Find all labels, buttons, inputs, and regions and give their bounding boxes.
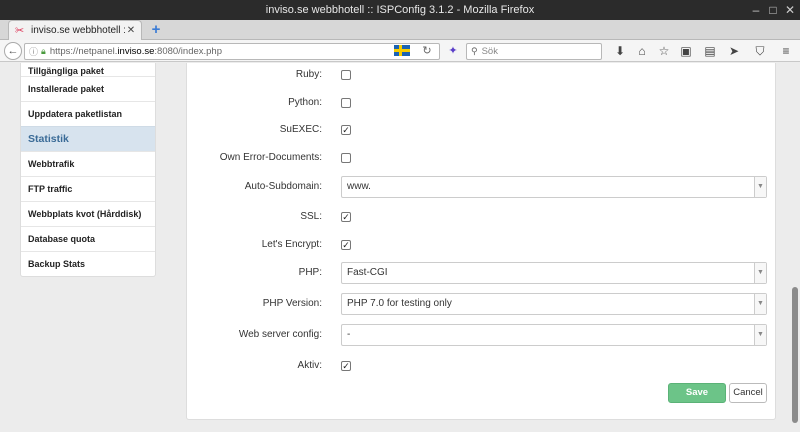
search-icon: ⚲ xyxy=(471,46,478,56)
chevron-down-icon: ▼ xyxy=(754,177,766,197)
shield-icon[interactable]: ⛉ xyxy=(752,43,768,59)
sidebar-item-ftp-traffic[interactable]: FTP traffic xyxy=(21,176,155,201)
sidebar-item-website-quota[interactable]: Webbplats kvot (Hårddisk) xyxy=(21,201,155,226)
own-error-documents-label: Own Error-Documents: xyxy=(219,152,322,163)
php-version-select[interactable]: PHP 7.0 for testing only ▼ xyxy=(341,293,767,315)
active-row: Aktiv: ✓ xyxy=(187,355,777,377)
bookmark-star-icon[interactable]: ☆ xyxy=(656,43,672,59)
web-server-config-select[interactable]: - ▼ xyxy=(341,324,767,346)
tab-title: inviso.se webbhotell :: ISPC... xyxy=(31,25,125,36)
url-bar[interactable]: ⓘ 🔒︎ https://netpanel.inviso.se:8080/ind… xyxy=(24,43,440,60)
navigation-toolbar: ← ⓘ 🔒︎ https://netpanel.inviso.se:8080/i… xyxy=(0,40,800,62)
php-version-label: PHP Version: xyxy=(262,298,322,309)
python-row: Python: xyxy=(187,92,777,114)
page-content: Tillgängliga paket Installerade paket Up… xyxy=(0,63,800,432)
sidebar-item-database-quota[interactable]: Database quota xyxy=(21,226,155,251)
addon-icon[interactable]: ✦ xyxy=(446,44,460,58)
url-text: https://netpanel.inviso.se:8080/index.ph… xyxy=(49,46,223,57)
close-window-icon[interactable]: ✕ xyxy=(782,2,798,18)
ispconfig-favicon-icon: ✂ xyxy=(15,24,25,37)
reload-icon[interactable]: ↻ xyxy=(420,44,434,58)
sidebar-menu: Tillgängliga paket Installerade paket Up… xyxy=(20,63,156,277)
auto-subdomain-row: Auto-Subdomain: www. ▼ xyxy=(187,176,777,198)
minimize-icon[interactable]: – xyxy=(748,2,764,18)
php-label: PHP: xyxy=(298,267,322,278)
ssl-label: SSL: xyxy=(300,211,322,222)
search-placeholder: Sök xyxy=(481,46,498,57)
suexec-label: SuEXEC: xyxy=(279,124,322,135)
php-version-row: PHP Version: PHP 7.0 for testing only ▼ xyxy=(187,293,777,315)
letsencrypt-checkbox[interactable]: ✓ xyxy=(341,240,351,250)
window-title: inviso.se webbhotell :: ISPConfig 3.1.2 … xyxy=(265,4,535,16)
ssl-row: SSL: ✓ xyxy=(187,206,777,228)
ruby-row: Ruby: xyxy=(187,64,777,86)
browser-tab[interactable]: ✂ inviso.se webbhotell :: ISPC... ✕ xyxy=(8,20,142,40)
download-icon[interactable]: ⬇ xyxy=(612,43,628,59)
php-row: PHP: Fast-CGI ▼ xyxy=(187,262,777,284)
active-checkbox[interactable]: ✓ xyxy=(341,361,351,371)
clipboard-icon[interactable]: ▣ xyxy=(678,43,694,59)
back-arrow-icon[interactable]: ← xyxy=(4,42,22,60)
close-tab-icon[interactable]: ✕ xyxy=(125,25,137,36)
window-titlebar: inviso.se webbhotell :: ISPConfig 3.1.2 … xyxy=(0,0,800,20)
reader-icon[interactable]: ▤ xyxy=(702,43,718,59)
chevron-down-icon: ▼ xyxy=(754,294,766,314)
own-error-documents-row: Own Error-Documents: xyxy=(187,147,777,169)
sidebar-section-statistics[interactable]: Statistik xyxy=(21,126,155,151)
ruby-label: Ruby: xyxy=(295,69,322,80)
new-tab-icon[interactable]: + xyxy=(149,22,163,38)
suexec-checkbox[interactable]: ✓ xyxy=(341,125,351,135)
letsencrypt-row: Let's Encrypt: ✓ xyxy=(187,234,777,256)
auto-subdomain-select[interactable]: www. ▼ xyxy=(341,176,767,198)
sidebar-item-installed-packages[interactable]: Installerade paket xyxy=(21,76,155,101)
maximize-icon[interactable]: □ xyxy=(765,2,781,18)
letsencrypt-label: Let's Encrypt: xyxy=(261,239,322,250)
chevron-down-icon: ▼ xyxy=(754,325,766,345)
send-icon[interactable]: ➤ xyxy=(726,43,742,59)
save-button[interactable]: Save xyxy=(668,383,726,403)
ssl-checkbox[interactable]: ✓ xyxy=(341,212,351,222)
info-icon[interactable]: ⓘ xyxy=(29,45,38,58)
page-scrollbar[interactable] xyxy=(789,63,800,432)
php-select[interactable]: Fast-CGI ▼ xyxy=(341,262,767,284)
home-icon[interactable]: ⌂ xyxy=(634,43,650,59)
web-server-config-label: Web server config: xyxy=(238,329,322,340)
tab-bar: ✂ inviso.se webbhotell :: ISPC... ✕ + xyxy=(0,20,800,40)
suexec-row: SuEXEC: ✓ xyxy=(187,119,777,141)
auto-subdomain-label: Auto-Subdomain: xyxy=(244,181,322,192)
sidebar-item-available-packages[interactable]: Tillgängliga paket xyxy=(21,63,155,76)
chevron-down-icon: ▼ xyxy=(754,263,766,283)
ruby-checkbox[interactable] xyxy=(341,70,351,80)
python-checkbox[interactable] xyxy=(341,98,351,108)
sidebar-item-backup-stats[interactable]: Backup Stats xyxy=(21,251,155,276)
sidebar-item-update-package-list[interactable]: Uppdatera paketlistan xyxy=(21,101,155,126)
python-label: Python: xyxy=(288,97,322,108)
swedish-flag-icon xyxy=(394,45,410,56)
scrollbar-thumb[interactable] xyxy=(792,287,798,423)
sidebar-item-web-traffic[interactable]: Webbtrafik xyxy=(21,151,155,176)
search-box[interactable]: ⚲ Sök xyxy=(466,43,602,60)
hamburger-menu-icon[interactable]: ≡ xyxy=(778,43,794,59)
website-options-form: Ruby: Python: SuEXEC: ✓ Own Error-Docume… xyxy=(186,63,776,420)
own-error-documents-checkbox[interactable] xyxy=(341,153,351,163)
active-label: Aktiv: xyxy=(297,360,322,371)
cancel-button[interactable]: Cancel xyxy=(729,383,767,403)
lock-icon: 🔒︎ xyxy=(41,46,46,56)
web-server-config-row: Web server config: - ▼ xyxy=(187,324,777,346)
